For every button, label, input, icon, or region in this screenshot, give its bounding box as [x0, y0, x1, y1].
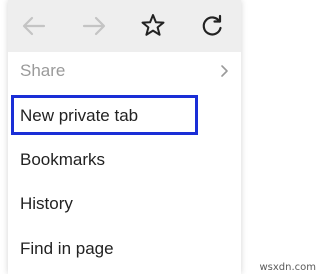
arrow-left-icon[interactable] — [18, 10, 50, 42]
browser-overflow-menu: Share New private tab Bookmarks History … — [8, 0, 241, 274]
menu-item-share[interactable]: Share — [8, 49, 241, 93]
menu-item-label: History — [20, 194, 73, 213]
menu-item-label: New private tab — [20, 106, 139, 125]
menu-item-label: Share — [20, 61, 66, 80]
menu-item-label: Find in page — [20, 239, 114, 258]
menu-item-find-in-page[interactable]: Find in page — [8, 227, 241, 271]
menu-item-history[interactable]: History — [8, 182, 241, 226]
menu-toolbar — [8, 0, 241, 52]
reload-icon[interactable] — [196, 10, 228, 42]
watermark-text: wsxdn.com — [259, 262, 316, 273]
menu-item-label: Bookmarks — [20, 150, 106, 169]
arrow-right-icon[interactable] — [78, 10, 110, 42]
star-icon[interactable] — [137, 10, 169, 42]
menu-item-new-private-tab[interactable]: New private tab — [8, 94, 241, 138]
chevron-right-icon — [221, 65, 228, 77]
menu-item-bookmarks[interactable]: Bookmarks — [8, 138, 241, 182]
